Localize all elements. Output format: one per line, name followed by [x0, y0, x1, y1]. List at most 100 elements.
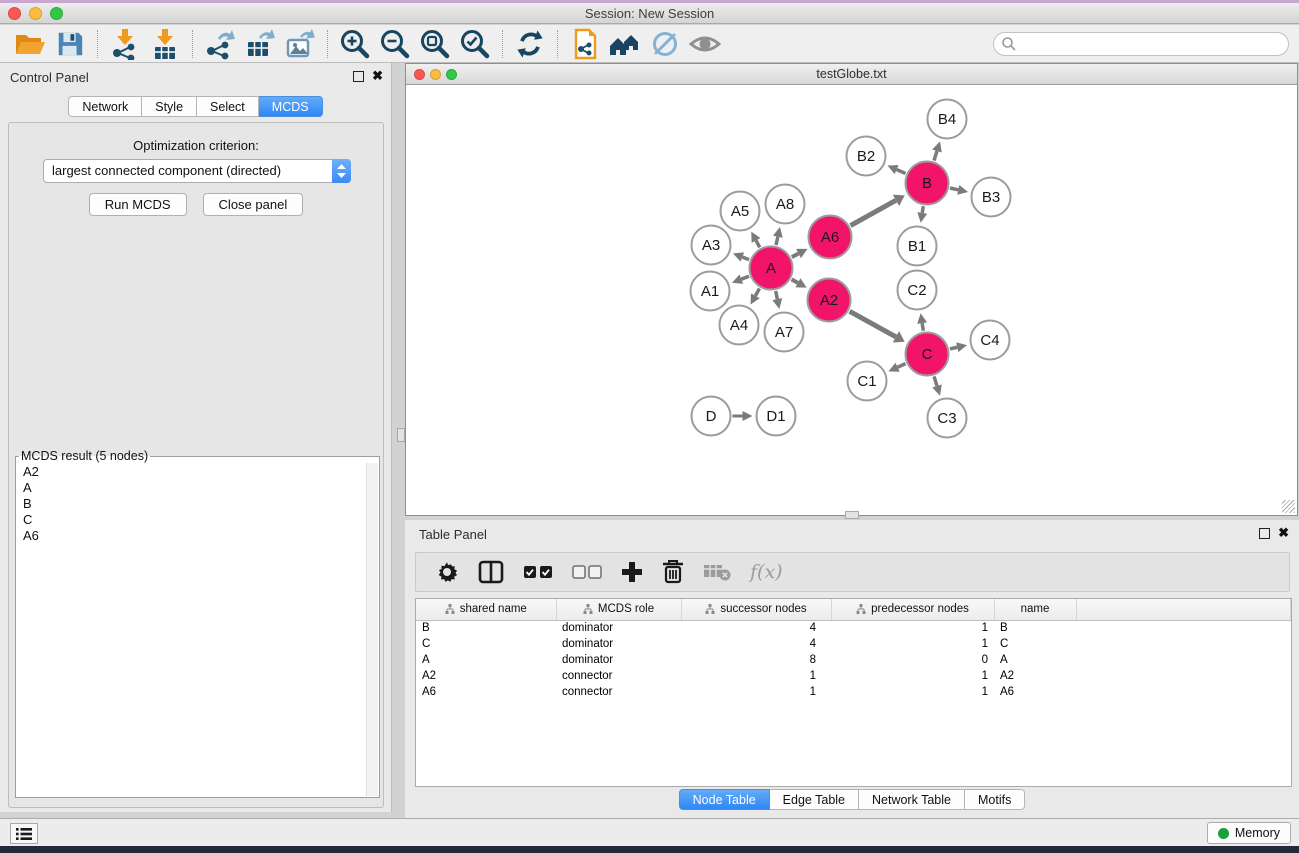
- mcds-result-item[interactable]: B: [23, 496, 379, 512]
- export-image-icon[interactable]: [280, 27, 320, 61]
- graph-edge-A-A3[interactable]: [742, 257, 749, 260]
- network-file-icon[interactable]: [565, 27, 605, 61]
- float-table-panel-icon[interactable]: [1259, 528, 1270, 539]
- zoom-fit-icon[interactable]: [415, 27, 455, 61]
- graph-edge-C-C3[interactable]: [934, 376, 937, 386]
- home-icon[interactable]: [605, 27, 645, 61]
- graph-edge-C-C1[interactable]: [898, 364, 906, 368]
- graph-edge-A-A5[interactable]: [756, 240, 760, 247]
- float-panel-icon[interactable]: [353, 71, 364, 82]
- network-zoom-button[interactable]: [446, 69, 457, 80]
- graph-edge-B-B4[interactable]: [934, 151, 937, 161]
- table-row[interactable]: Bdominator41B: [416, 620, 1291, 636]
- graph-edge-A-A7[interactable]: [776, 291, 778, 299]
- table-cell[interactable]: B: [994, 620, 1076, 636]
- show-graphics-eye-icon[interactable]: [685, 27, 725, 61]
- table-cell[interactable]: A: [994, 652, 1076, 668]
- table-cell[interactable]: A: [416, 652, 556, 668]
- graph-edge-C-C4[interactable]: [950, 347, 957, 349]
- table-cell[interactable]: A2: [416, 668, 556, 684]
- mcds-result-item[interactable]: C: [23, 512, 379, 528]
- column-header-successor-nodes[interactable]: successor nodes: [681, 599, 831, 620]
- table-row[interactable]: A2connector11A2: [416, 668, 1291, 684]
- table-cell[interactable]: connector: [556, 668, 681, 684]
- window-resize-grip[interactable]: [1282, 500, 1295, 513]
- mcds-result-item[interactable]: A6: [23, 528, 379, 544]
- graph-edge-B-B3[interactable]: [950, 188, 958, 190]
- column-header-predecessor-nodes[interactable]: predecessor nodes: [831, 599, 994, 620]
- tab-style[interactable]: Style: [142, 96, 197, 117]
- tab-network-table[interactable]: Network Table: [859, 789, 965, 810]
- tab-select[interactable]: Select: [197, 96, 259, 117]
- minimize-window-button[interactable]: [29, 7, 42, 20]
- zoom-selected-icon[interactable]: [455, 27, 495, 61]
- column-header-MCDS-role[interactable]: MCDS role: [556, 599, 681, 620]
- memory-button[interactable]: Memory: [1207, 822, 1291, 844]
- column-header-shared-name[interactable]: shared name: [416, 599, 556, 620]
- optimization-criterion-dropdown[interactable]: largest connected component (directed): [43, 159, 351, 183]
- graph-edge-A-A1[interactable]: [741, 276, 749, 279]
- table-cell[interactable]: 8: [681, 652, 831, 668]
- graph-edge-B-B1[interactable]: [922, 206, 923, 213]
- table-options-gear-icon[interactable]: [435, 560, 459, 584]
- save-session-icon[interactable]: [50, 27, 90, 61]
- close-panel-button[interactable]: Close panel: [203, 193, 304, 216]
- vertical-splitter-handle[interactable]: [397, 428, 405, 442]
- table-cell[interactable]: C: [994, 636, 1076, 652]
- delete-column-trash-icon[interactable]: [662, 560, 684, 584]
- table-cell[interactable]: dominator: [556, 636, 681, 652]
- graph-edge-A2-C[interactable]: [850, 311, 896, 337]
- table-cell[interactable]: A6: [416, 684, 556, 700]
- graph-edge-A6-B[interactable]: [851, 200, 896, 225]
- table-cell[interactable]: 4: [681, 636, 831, 652]
- mcds-result-item[interactable]: A2: [23, 464, 379, 480]
- open-session-icon[interactable]: [10, 27, 50, 61]
- horizontal-splitter-handle[interactable]: [845, 511, 859, 519]
- table-cell[interactable]: dominator: [556, 620, 681, 636]
- show-columns-icon[interactable]: [478, 560, 504, 584]
- task-history-list-icon[interactable]: [10, 823, 38, 844]
- create-column-plus-icon[interactable]: [621, 561, 643, 583]
- table-cell[interactable]: 1: [681, 684, 831, 700]
- graph-edge-A-A6[interactable]: [792, 254, 799, 258]
- deselect-all-checkboxes-icon[interactable]: [572, 564, 602, 580]
- graph-edge-A-A8[interactable]: [776, 237, 778, 245]
- import-network-icon[interactable]: [105, 27, 145, 61]
- mcds-result-item[interactable]: A: [23, 480, 379, 496]
- import-table-icon[interactable]: [145, 27, 185, 61]
- close-panel-icon[interactable]: ✖: [372, 68, 383, 84]
- table-cell[interactable]: 1: [831, 668, 994, 684]
- node-table[interactable]: shared nameMCDS rolesuccessor nodesprede…: [416, 599, 1291, 700]
- table-cell[interactable]: 1: [831, 636, 994, 652]
- graph-edge-B-B2[interactable]: [897, 170, 906, 174]
- graph-edge-A-A4[interactable]: [755, 288, 759, 295]
- table-row[interactable]: Cdominator41C: [416, 636, 1291, 652]
- table-cell[interactable]: 1: [681, 668, 831, 684]
- network-graph-canvas[interactable]: B4B2BB3A8A5A6A3B1AA1C2A2A4A7C4CC1C3DD1: [406, 85, 1297, 515]
- run-mcds-button[interactable]: Run MCDS: [89, 193, 187, 216]
- table-cell[interactable]: B: [416, 620, 556, 636]
- table-cell[interactable]: 4: [681, 620, 831, 636]
- table-cell[interactable]: A2: [994, 668, 1076, 684]
- refresh-layout-icon[interactable]: [510, 27, 550, 61]
- tab-motifs[interactable]: Motifs: [965, 789, 1025, 810]
- graph-edge-A-A2[interactable]: [792, 279, 798, 282]
- table-cell[interactable]: dominator: [556, 652, 681, 668]
- zoom-window-button[interactable]: [50, 7, 63, 20]
- table-cell[interactable]: 1: [831, 684, 994, 700]
- table-cell[interactable]: A6: [994, 684, 1076, 700]
- network-close-button[interactable]: [414, 69, 425, 80]
- zoom-in-icon[interactable]: [335, 27, 375, 61]
- close-table-panel-icon[interactable]: ✖: [1278, 525, 1289, 541]
- search-input[interactable]: [993, 32, 1289, 56]
- table-row[interactable]: A6connector11A6: [416, 684, 1291, 700]
- tab-network[interactable]: Network: [68, 96, 142, 117]
- column-header-name[interactable]: name: [994, 599, 1076, 620]
- table-cell[interactable]: 0: [831, 652, 994, 668]
- select-all-checkboxes-icon[interactable]: [523, 564, 553, 580]
- table-row[interactable]: Adominator80A: [416, 652, 1291, 668]
- export-table-icon[interactable]: [240, 27, 280, 61]
- table-cell[interactable]: 1: [831, 620, 994, 636]
- network-minimize-button[interactable]: [430, 69, 441, 80]
- zoom-out-icon[interactable]: [375, 27, 415, 61]
